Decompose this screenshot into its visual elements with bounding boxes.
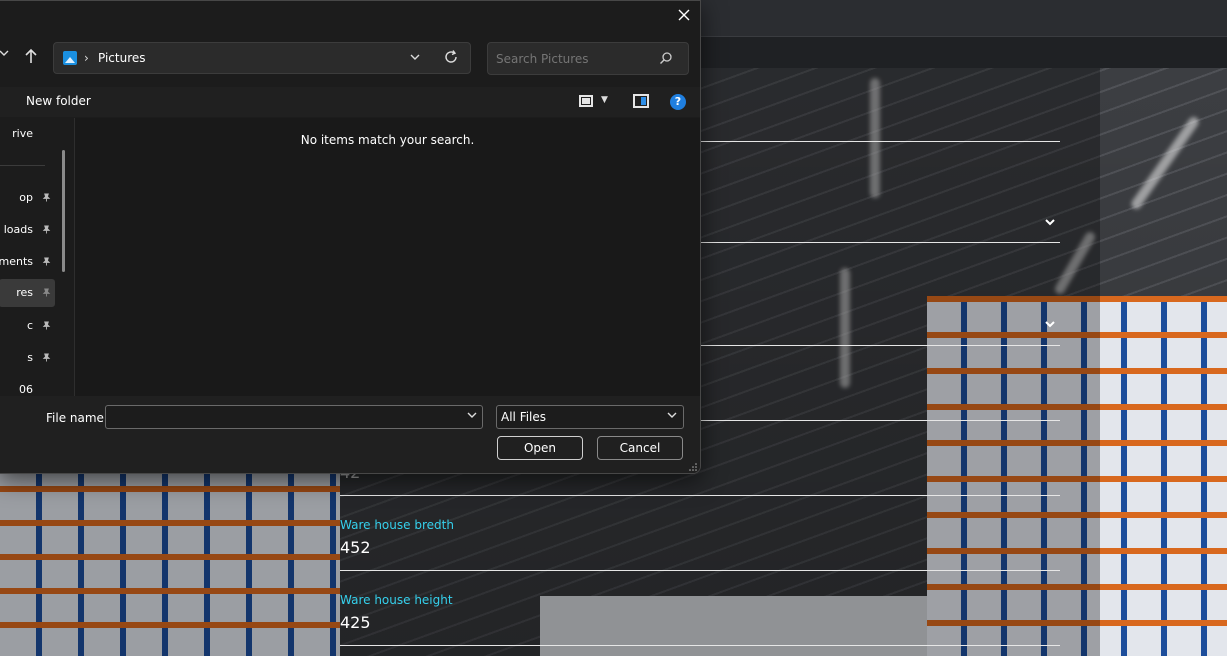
file-open-dialog: › Pictures New folder ▼ ? rive op loads (0, 0, 701, 474)
pin-icon (42, 193, 51, 202)
file-type-select[interactable]: All Files (496, 405, 684, 429)
nav-item-label: c (26, 319, 33, 332)
chevron-down-icon (667, 409, 677, 422)
nav-item-videos[interactable]: s (0, 344, 55, 372)
chevron-down-icon[interactable] (1044, 216, 1056, 230)
pin-icon (42, 321, 51, 330)
refresh-icon[interactable] (444, 50, 458, 68)
view-mode-icon[interactable] (579, 95, 593, 107)
close-icon[interactable] (673, 5, 695, 27)
file-name-history-chevron-icon[interactable] (467, 409, 477, 422)
field-label-height: Ware house height (340, 593, 453, 607)
view-options-chevron-icon[interactable]: ▼ (601, 95, 608, 105)
navigation-pane: rive op loads ments res c s 06 (0, 118, 75, 396)
address-bar[interactable]: › Pictures (53, 42, 471, 74)
dialog-toolbar: New folder ▼ ? (0, 87, 700, 117)
help-icon[interactable]: ? (670, 94, 686, 110)
nav-item-label: res (16, 286, 33, 299)
form-field-underline (340, 570, 1060, 571)
nav-item-pictures[interactable]: res (0, 279, 55, 307)
nav-item-downloads[interactable]: loads (0, 216, 55, 244)
up-arrow-icon[interactable] (23, 47, 41, 67)
nav-item-label: s (27, 351, 33, 364)
pin-icon (42, 257, 51, 266)
chevron-down-icon[interactable] (1044, 318, 1056, 332)
field-value-height[interactable]: 425 (340, 613, 371, 632)
nav-item-desktop[interactable]: op (0, 184, 55, 212)
nav-item-label: op (19, 191, 33, 204)
field-label-bredth: Ware house bredth (340, 518, 454, 532)
nav-item-documents[interactable]: ments (0, 248, 55, 276)
resize-grip-icon[interactable] (689, 463, 697, 471)
file-name-label: File name: (46, 411, 108, 425)
nav-item-onedrive[interactable]: rive (0, 120, 55, 148)
breadcrumb-separator-icon: › (84, 51, 89, 65)
form-field-underline (340, 645, 1060, 646)
dialog-footer: File name: All Files Open Cancel (0, 396, 700, 473)
cancel-button[interactable]: Cancel (597, 436, 683, 460)
address-history-chevron-icon[interactable] (410, 50, 420, 64)
file-type-value: All Files (501, 410, 547, 424)
search-icon[interactable] (659, 51, 673, 65)
nav-item-label: loads (3, 223, 33, 236)
nav-item-label: rive (12, 127, 33, 140)
file-name-input[interactable] (105, 405, 483, 429)
field-value-bredth[interactable]: 452 (340, 538, 371, 557)
nav-item-label: ments (0, 255, 33, 268)
pin-icon (42, 353, 51, 362)
new-folder-button[interactable]: New folder (26, 94, 91, 108)
pin-icon (42, 288, 51, 297)
nav-item-music[interactable]: c (0, 312, 55, 340)
pictures-folder-icon (63, 51, 77, 65)
pin-icon (42, 225, 51, 234)
preview-pane-icon[interactable] (633, 94, 649, 108)
open-button[interactable]: Open (497, 436, 583, 460)
nav-pane-scrollbar[interactable] (62, 150, 65, 272)
breadcrumb-pictures[interactable]: Pictures (98, 51, 146, 65)
form-field-underline (340, 495, 1060, 496)
nav-divider (0, 165, 45, 166)
empty-results-message: No items match your search. (300, 133, 475, 147)
file-list-pane[interactable]: No items match your search. (75, 118, 700, 396)
recent-locations-chevron-icon[interactable] (0, 49, 9, 60)
